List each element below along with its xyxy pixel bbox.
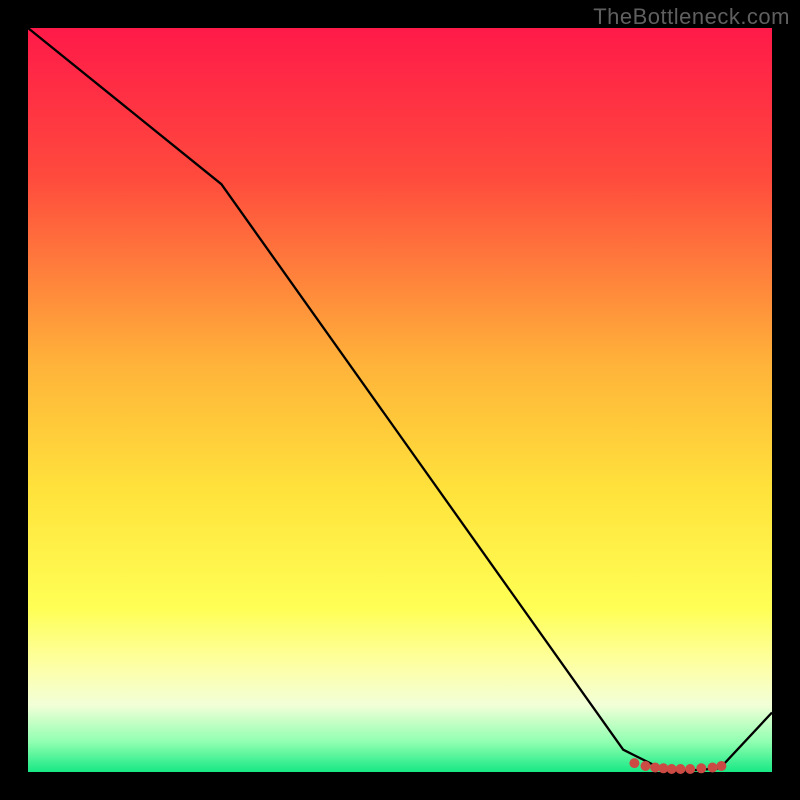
background-gradient [28,28,772,772]
data-marker [708,763,718,773]
plot-area [28,28,772,772]
data-marker [716,761,726,771]
data-marker [685,764,695,774]
watermark-text: TheBottleneck.com [593,4,790,30]
data-marker [696,763,706,773]
chart-svg [28,28,772,772]
data-marker [641,761,651,771]
data-marker [667,764,677,774]
data-marker [629,758,639,768]
chart-frame: TheBottleneck.com [0,0,800,800]
data-marker [676,764,686,774]
